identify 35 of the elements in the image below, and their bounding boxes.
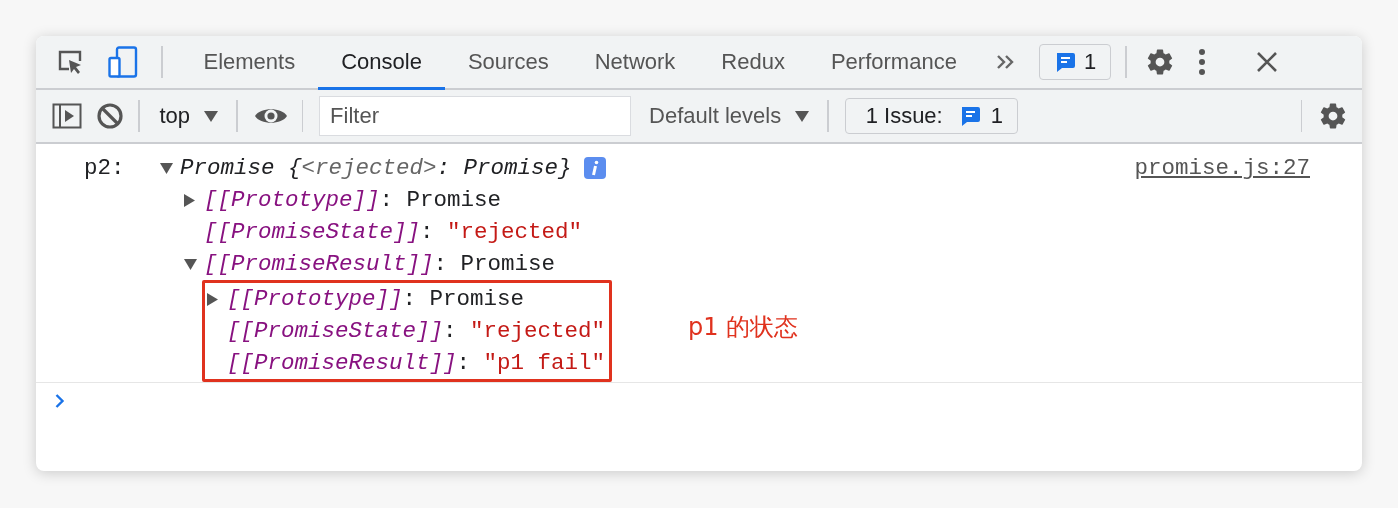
property-entry: [[PromiseResult]]: "p1 fail" xyxy=(227,350,606,376)
promise-summary: Promise {<rejected>: Promise} xyxy=(180,155,572,181)
property-entry: [[PromiseState]]: "rejected" xyxy=(227,318,606,344)
filter-field[interactable]: Filter xyxy=(319,96,632,136)
expand-triangle-icon[interactable] xyxy=(184,193,195,207)
panel-tab[interactable]: Sources xyxy=(444,37,572,90)
property-entry: [[Prototype]]: Promise xyxy=(204,187,502,213)
property-entry: [[PromiseResult]]: Promise xyxy=(204,251,556,277)
prompt-chevron-icon xyxy=(55,393,65,409)
panel-tab[interactable]: Performance xyxy=(807,37,980,90)
panel-tab[interactable]: Network xyxy=(571,37,699,90)
dropdown-arrow-icon xyxy=(795,110,810,122)
collapse-triangle-icon[interactable] xyxy=(160,162,173,174)
sidebar-toggle-icon[interactable] xyxy=(52,103,82,129)
annotation-text: p1 的状态 xyxy=(688,312,799,343)
log-levels-dropdown[interactable]: Default levels xyxy=(645,103,820,129)
property-entry: [[PromiseState]]: "rejected" xyxy=(204,219,583,245)
source-link[interactable]: promise.js:27 xyxy=(1134,152,1310,184)
clear-console-icon[interactable] xyxy=(96,102,124,130)
messages-button[interactable]: 1 xyxy=(1038,44,1112,80)
more-options-icon[interactable] xyxy=(1197,48,1206,76)
dropdown-arrow-icon xyxy=(204,110,219,122)
panel-tab[interactable]: Redux xyxy=(698,37,808,90)
close-icon[interactable] xyxy=(1255,51,1278,73)
expand-triangle-icon[interactable] xyxy=(207,292,218,306)
property-entry: [[Prototype]]: Promise xyxy=(227,286,525,312)
info-icon[interactable] xyxy=(583,157,606,179)
issues-button[interactable]: 1 Issue: 1 xyxy=(844,98,1018,134)
device-toggle-icon[interactable] xyxy=(108,46,138,78)
more-tabs-icon[interactable] xyxy=(995,54,1016,70)
log-label: p2: xyxy=(84,154,126,183)
settings-icon[interactable] xyxy=(1318,101,1348,131)
collapse-triangle-icon[interactable] xyxy=(184,258,197,270)
panel-tab[interactable]: Elements xyxy=(180,37,319,90)
context-dropdown[interactable]: top xyxy=(155,103,229,129)
